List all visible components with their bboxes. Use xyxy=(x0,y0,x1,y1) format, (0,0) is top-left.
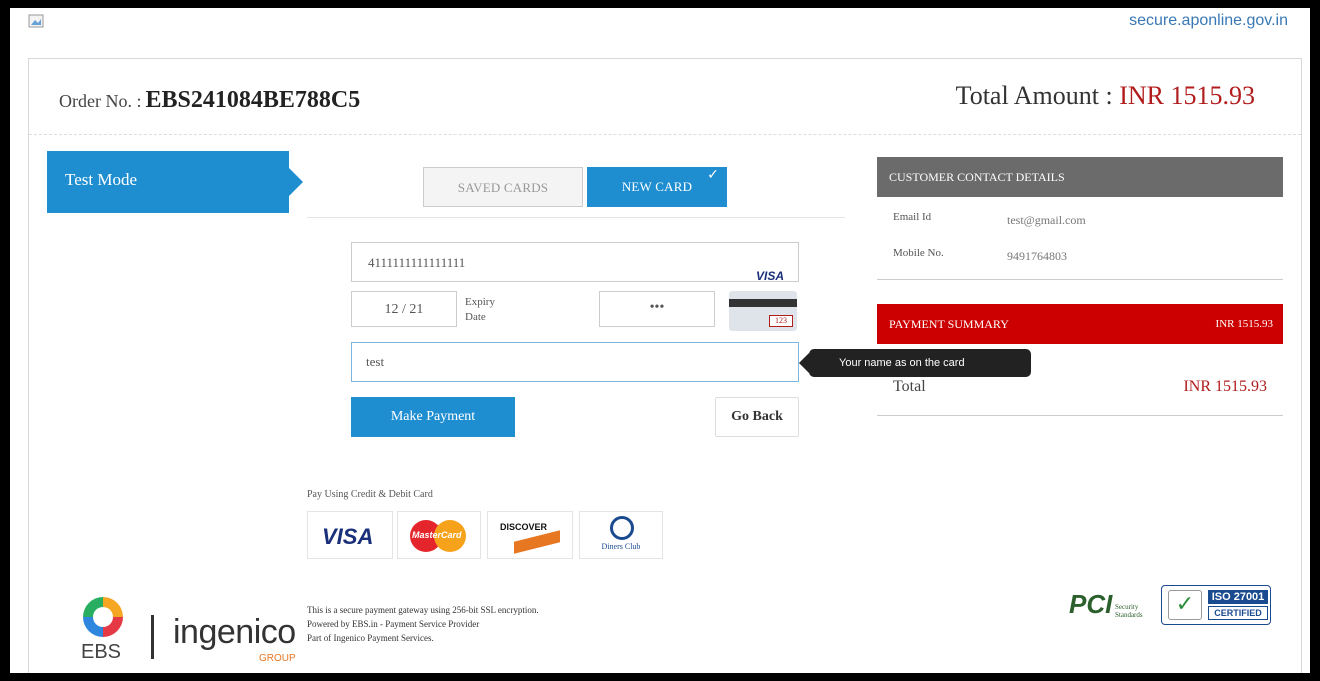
payment-summary-header: PAYMENT SUMMARY INR 1515.93 xyxy=(877,304,1283,344)
visa-brand-icon: VISA xyxy=(755,269,784,283)
mastercard-logo-text: MasterCard xyxy=(412,530,462,540)
iso-badge-subtitle: CERTIFIED xyxy=(1208,606,1268,620)
summary-total-value: INR 1515.93 xyxy=(1183,378,1267,395)
pay-using-label: Pay Using Credit & Debit Card xyxy=(307,489,433,500)
order-header: Order No. : EBS241084BE788C5 Total Amount… xyxy=(29,59,1301,135)
pci-logo-subtext: Security Standards xyxy=(1115,603,1143,619)
pci-logo: PCI Security Standards xyxy=(1069,587,1151,627)
email-row: Email Id test@gmail.com xyxy=(877,197,1283,233)
tab-saved-cards[interactable]: SAVED CARDS xyxy=(423,167,583,207)
mastercard-logo-icon: MasterCard xyxy=(397,511,481,559)
mobile-label: Mobile No. xyxy=(893,247,944,259)
payment-summary-amount: INR 1515.93 xyxy=(1215,318,1273,330)
security-notice: This is a secure payment gateway using 2… xyxy=(307,603,539,645)
summary-total-label: Total xyxy=(893,378,926,395)
contact-details-header: CUSTOMER CONTACT DETAILS xyxy=(877,157,1283,197)
order-number-label: Order No. : EBS241084BE788C5 xyxy=(59,87,360,114)
checkmark-icon: ✓ xyxy=(1168,590,1202,620)
order-label-text: Order No. : xyxy=(59,91,142,111)
broken-image-icon xyxy=(28,14,44,28)
tab-saved-cards-label: SAVED CARDS xyxy=(457,180,549,195)
email-value: test@gmail.com xyxy=(1007,213,1086,227)
mobile-value: 9491764803 xyxy=(1007,249,1067,263)
diners-club-logo-icon: Diners Club xyxy=(579,511,663,559)
diners-club-logo-text: Diners Club xyxy=(601,542,641,551)
cvv-input[interactable]: ••• xyxy=(599,291,715,327)
checkmark-icon: ✓ xyxy=(707,167,719,183)
summary-column: CUSTOMER CONTACT DETAILS Email Id test@g… xyxy=(877,157,1283,416)
payment-panel: Order No. : EBS241084BE788C5 Total Amount… xyxy=(28,58,1302,673)
security-notice-line3: Part of Ingenico Payment Services. xyxy=(307,633,434,643)
ebs-logo-inner xyxy=(93,607,113,627)
mobile-row: Mobile No. 9491764803 xyxy=(877,233,1283,269)
discover-logo-icon: DISCOVER xyxy=(487,511,573,559)
total-amount-label: Total Amount : xyxy=(955,81,1113,110)
ingenico-logo: ingenico xyxy=(173,613,296,651)
payment-summary-title: PAYMENT SUMMARY xyxy=(889,317,1009,331)
tab-new-card-label: NEW CARD xyxy=(621,179,693,194)
go-back-button[interactable]: Go Back xyxy=(715,397,799,437)
browser-viewport: secure.aponline.gov.in Order No. : EBS241… xyxy=(10,8,1310,673)
discover-logo-text: DISCOVER xyxy=(500,522,548,532)
card-number-input[interactable]: 4111111111111111 VISA xyxy=(351,242,799,283)
total-amount-header: Total Amount : INR 1515.93 xyxy=(956,81,1255,111)
cvv-card-icon: 123 xyxy=(729,291,797,331)
ebs-logo: EBS xyxy=(75,597,135,669)
tab-new-card[interactable]: NEW CARD ✓ xyxy=(587,167,727,207)
iso-certified-badge: ✓ ISO 27001 CERTIFIED xyxy=(1161,585,1271,625)
make-payment-button[interactable]: Make Payment xyxy=(351,397,515,437)
ingenico-group-text: GROUP xyxy=(259,653,296,664)
summary-total-row: Total INR 1515.93 xyxy=(877,344,1283,416)
security-notice-line1: This is a secure payment gateway using 2… xyxy=(307,605,539,615)
discover-logo-bar xyxy=(514,530,560,554)
cvv-hint: 123 xyxy=(769,315,793,327)
expiry-label-line2: Date xyxy=(465,311,486,323)
expiry-input[interactable]: 12 / 21 xyxy=(351,291,457,327)
visa-logo-text: VISA xyxy=(322,524,374,549)
test-mode-badge: Test Mode xyxy=(47,151,303,213)
site-domain: secure.aponline.gov.in xyxy=(1129,12,1288,29)
pci-logo-text: PCI xyxy=(1069,589,1113,619)
email-label: Email Id xyxy=(893,211,932,223)
card-number-value: 4111111111111111 xyxy=(368,255,466,270)
total-amount-value: INR 1515.93 xyxy=(1119,81,1255,110)
logo-divider xyxy=(151,615,154,659)
security-notice-line2: Powered by EBS.in - Payment Service Prov… xyxy=(307,619,480,629)
tabs-divider xyxy=(307,217,845,218)
iso-badge-title: ISO 27001 xyxy=(1208,590,1268,604)
card-holder-name-input[interactable]: test xyxy=(351,342,799,382)
visa-logo-icon: VISA xyxy=(307,511,393,559)
order-number: EBS241084BE788C5 xyxy=(145,87,361,113)
expiry-label: Expiry Date xyxy=(465,295,495,325)
ebs-logo-text: EBS xyxy=(81,641,122,663)
cvv-card-strip xyxy=(729,299,797,307)
expiry-label-line1: Expiry xyxy=(465,296,495,308)
contact-separator xyxy=(877,279,1283,280)
diners-club-circle xyxy=(610,516,634,540)
